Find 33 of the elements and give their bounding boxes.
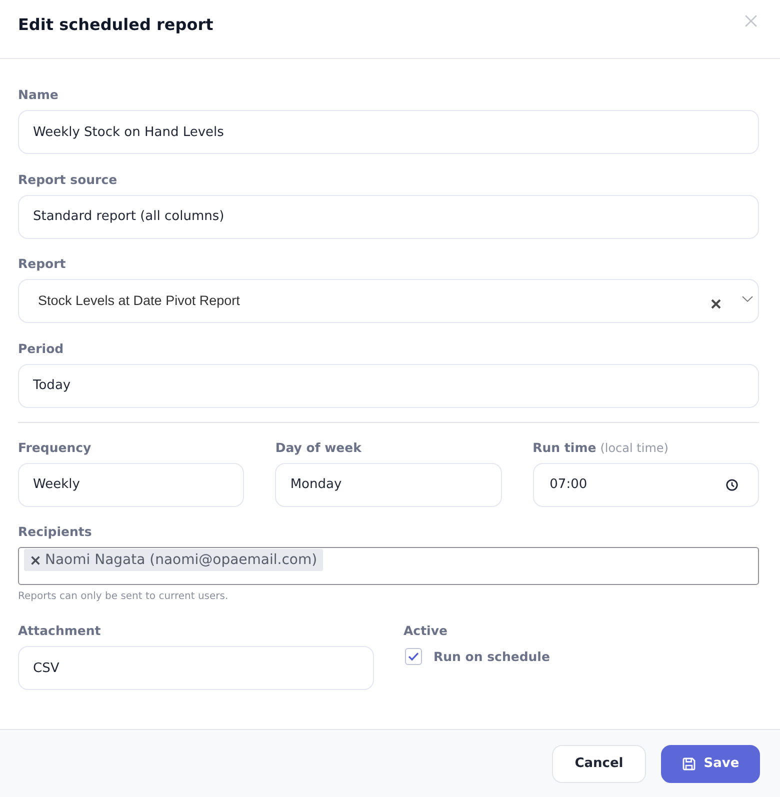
save-button[interactable]: Save xyxy=(661,744,760,782)
save-icon xyxy=(682,756,696,770)
checkbox-label[interactable]: Run on schedule xyxy=(434,649,550,664)
recipients-input[interactable]: Naomi Nagata (naomi@opaemail.com) xyxy=(18,547,759,585)
text-input[interactable]: CSV xyxy=(18,646,374,690)
chevron-down-icon[interactable] xyxy=(742,296,753,302)
clear-icon[interactable] xyxy=(711,299,721,309)
time-input[interactable]: 07:00 xyxy=(532,462,759,506)
clock-icon[interactable] xyxy=(726,478,738,490)
checkbox[interactable] xyxy=(404,648,422,665)
field-label: Report source xyxy=(18,170,118,188)
cancel-button[interactable]: Cancel xyxy=(552,744,646,782)
field-label: Report xyxy=(18,255,66,272)
text-input[interactable]: Standard report (all columns) xyxy=(18,194,759,238)
field-label: Day of week xyxy=(275,438,362,456)
field-label: Frequency xyxy=(18,438,92,456)
field-label: Attachment xyxy=(18,622,101,639)
dropdown-select[interactable]: Stock Levels at Date Pivot Report xyxy=(18,279,759,323)
field-label: Active xyxy=(404,622,448,639)
field-label: Period xyxy=(18,340,64,356)
text-input[interactable]: Today xyxy=(18,364,759,408)
help-text: Reports can only be sent to current users. xyxy=(18,590,228,604)
remove-icon[interactable] xyxy=(31,556,40,564)
text-input[interactable]: Monday xyxy=(275,462,502,506)
field-label: Run time xyxy=(532,438,596,456)
text-input[interactable]: Weekly xyxy=(18,462,244,506)
field-label: Recipients xyxy=(18,523,92,540)
recipient-name: Naomi Nagata (naomi@opaemail.com) xyxy=(45,552,318,568)
checkmark-icon xyxy=(408,652,418,661)
field-label: Name xyxy=(18,86,58,103)
dialog-title: Edit scheduled report xyxy=(18,14,214,34)
text-input[interactable]: Weekly Stock on Hand Levels xyxy=(18,110,759,154)
label-hint: (local time) xyxy=(600,440,668,456)
